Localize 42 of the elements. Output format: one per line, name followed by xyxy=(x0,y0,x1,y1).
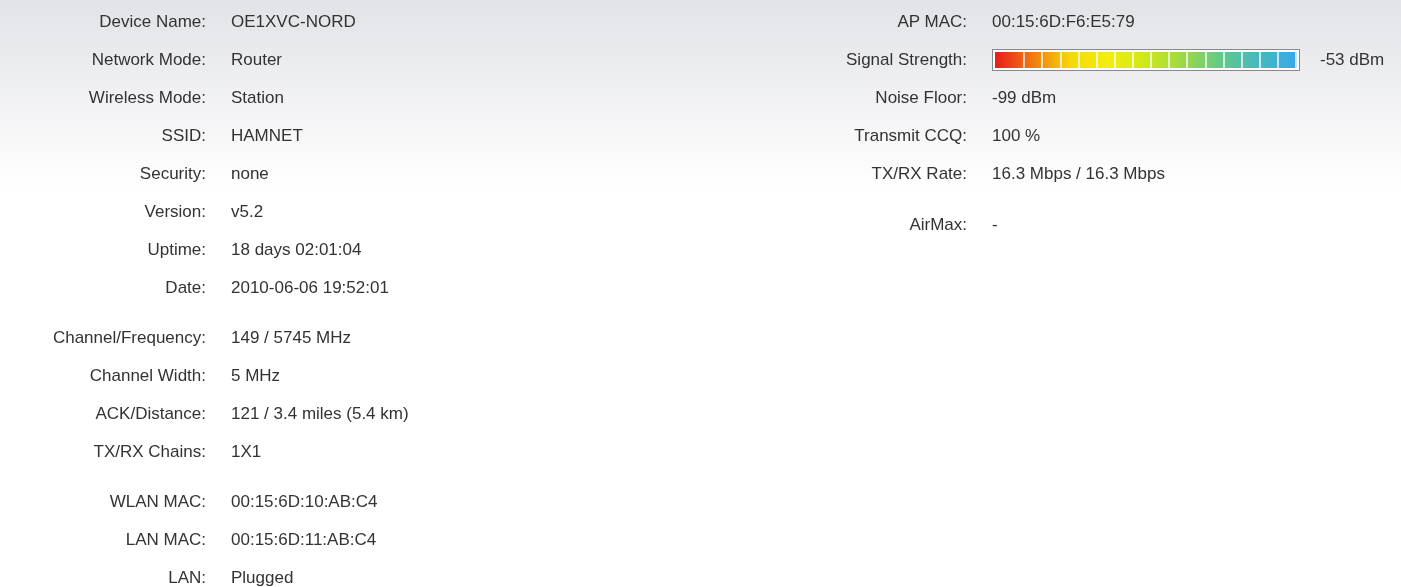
field-label: TX/RX Rate: xyxy=(871,163,967,186)
field-label: Device Name: xyxy=(99,11,206,34)
field-value: Router xyxy=(231,49,283,72)
field-value: none xyxy=(231,163,269,186)
field-label: LAN: xyxy=(168,567,206,587)
field-label: Transmit CCQ: xyxy=(854,125,967,148)
field-label: WLAN MAC: xyxy=(109,491,206,514)
field-label: Wireless Mode: xyxy=(88,87,206,110)
field-value: OE1XVC-NORD xyxy=(231,11,356,34)
field-value: 1X1 xyxy=(231,441,262,464)
field-label: Channel/Frequency: xyxy=(52,327,206,350)
field-value: 16.3 Mbps / 16.3 Mbps xyxy=(992,163,1165,186)
field-label: Uptime: xyxy=(147,239,206,262)
field-value: Plugged xyxy=(231,567,294,587)
field-label: Date: xyxy=(165,277,206,300)
field-label: ACK/Distance: xyxy=(95,403,206,426)
field-value: 149 / 5745 MHz xyxy=(231,327,351,350)
field-value: 121 / 3.4 miles (5.4 km) xyxy=(231,403,409,426)
field-label: SSID: xyxy=(161,125,206,148)
field-value: -99 dBm xyxy=(992,87,1057,110)
field-value: 18 days 02:01:04 xyxy=(231,239,362,262)
signal-reading: -53 dBm xyxy=(1320,49,1385,72)
field-value: - xyxy=(992,214,998,237)
field-label: AirMax: xyxy=(909,214,967,237)
field-label: Security: xyxy=(139,163,206,186)
field-value: 5 MHz xyxy=(231,365,281,388)
field-value: 100 % xyxy=(992,125,1041,148)
field-label: Noise Floor: xyxy=(875,87,967,110)
field-label: TX/RX Chains: xyxy=(93,441,206,464)
field-value: 00:15:6D:F6:E5:79 xyxy=(992,11,1135,34)
field-label: LAN MAC: xyxy=(125,529,206,552)
field-label: Signal Strength: xyxy=(846,49,967,72)
field-label: Version: xyxy=(144,201,206,224)
field-value: 2010-06-06 19:52:01 xyxy=(231,277,389,300)
field-value: Station xyxy=(231,87,284,110)
field-label: AP MAC: xyxy=(897,11,967,34)
field-label: Channel Width: xyxy=(89,365,206,388)
field-value: v5.2 xyxy=(231,201,264,224)
field-value: HAMNET xyxy=(231,125,303,148)
field-value: 00:15:6D:10:AB:C4 xyxy=(231,491,378,514)
field-value: 00:15:6D:11:AB:C4 xyxy=(231,529,377,552)
field-label: Network Mode: xyxy=(91,49,206,72)
